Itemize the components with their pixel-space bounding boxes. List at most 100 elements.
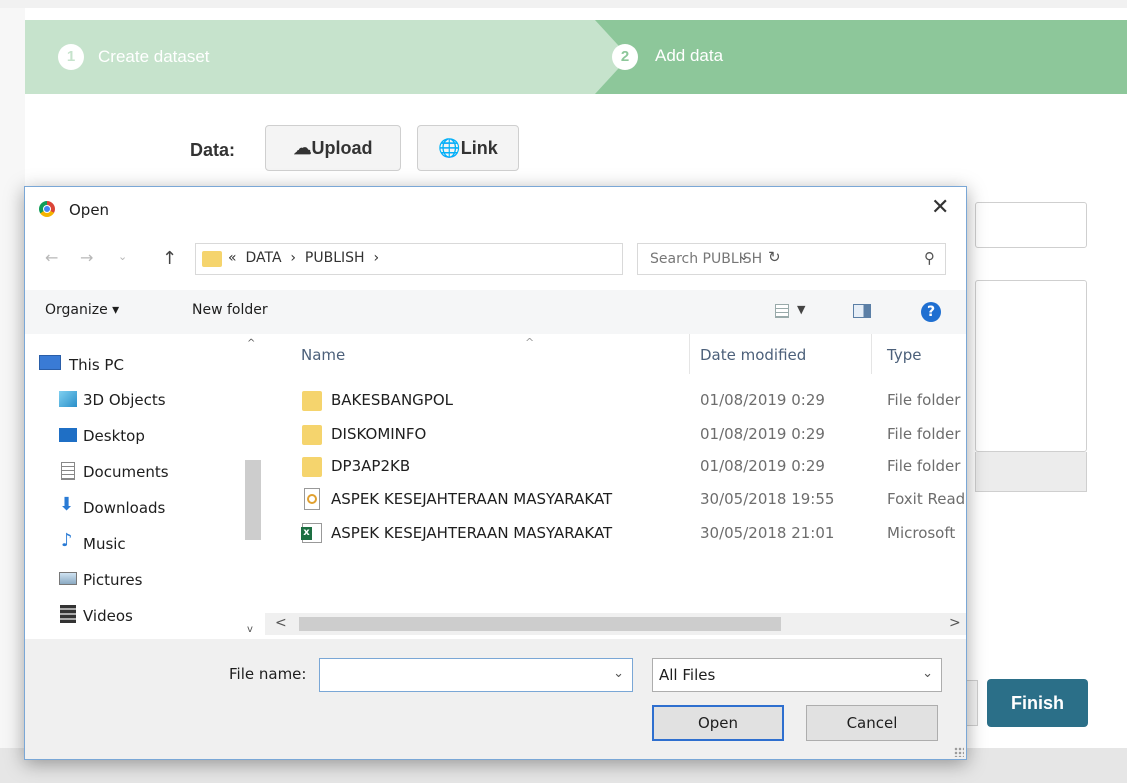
nav-item-3d-objects[interactable]: 3D Objects [83,391,166,409]
file-type-value: All Files [659,666,716,684]
videos-icon [60,605,76,623]
pictures-icon [59,572,77,585]
nav-item-downloads[interactable]: Downloads [83,499,165,517]
file-name: ASPEK KESEJAHTERAAN MASYARAKAT [331,524,613,542]
open-file-dialog: Open ✕ ← → ⌄ ↑ « DATA › PUBLISH › ⌄ ↻ Se… [24,186,967,760]
organize-menu[interactable]: Organize ▾ [45,302,119,318]
cloud-upload-icon: ☁ [293,138,312,158]
close-icon[interactable]: ✕ [931,195,949,220]
step-number: 2 [612,44,638,70]
file-type: Microsoft [887,524,956,542]
file-row[interactable]: ASPEK KESEJAHTERAAN MASYARAKAT 30/05/201… [265,517,966,551]
title-input[interactable] [975,202,1087,248]
chevron-down-icon[interactable]: v [247,624,253,635]
nav-item-this-pc[interactable]: This PC [69,356,124,374]
column-divider[interactable] [871,334,872,374]
column-divider[interactable] [689,334,690,374]
sort-up-icon: ^ [525,336,535,349]
nav-scrollbar[interactable]: ^ v [243,334,263,639]
folder-icon [302,391,322,411]
chrome-icon [39,201,55,217]
view-options-icon[interactable] [775,304,789,318]
finish-button[interactable]: Finish [987,679,1088,727]
chevron-left-icon[interactable]: < [275,615,287,631]
new-folder-button[interactable]: New folder [192,302,268,318]
search-input[interactable]: Search PUBLISH [650,251,762,267]
cancel-button[interactable]: Cancel [806,705,938,741]
breadcrumb[interactable]: « DATA › PUBLISH › [228,250,379,266]
horizontal-scrollbar[interactable]: < > [265,613,966,635]
address-bar[interactable]: « DATA › PUBLISH › ⌄ ↻ [195,243,781,275]
column-name[interactable]: Name [301,346,345,364]
file-date: 01/08/2019 0:29 [700,391,825,409]
back-arrow-icon[interactable]: ← [45,248,58,267]
file-row[interactable]: ASPEK KESEJAHTERAAN MASYARAKAT 30/05/201… [265,483,966,517]
file-name: ASPEK KESEJAHTERAAN MASYARAKAT [331,490,613,508]
nav-item-music[interactable]: Music [83,535,126,553]
nav-item-desktop[interactable]: Desktop [83,427,145,445]
textarea-footer [975,452,1087,492]
up-arrow-icon[interactable]: ↑ [162,248,177,269]
folder-icon [202,251,222,267]
navigation-pane: This PC 3D Objects Desktop Documents ⬇ D… [25,334,265,639]
column-date-modified[interactable]: Date modified [700,346,806,364]
chevron-down-icon[interactable]: ⌄ [613,666,624,681]
file-type-select[interactable]: All Files ⌄ [652,658,942,692]
file-date: 30/05/2018 19:55 [700,490,835,508]
description-textarea[interactable] [975,280,1087,452]
file-type: File folder [887,391,961,409]
file-name-input[interactable]: ⌄ [319,658,633,692]
chevron-down-icon[interactable]: ⌄ [922,666,933,681]
step-label: Create dataset [98,47,210,66]
documents-icon [61,462,75,480]
upload-button[interactable]: ☁Upload [265,125,401,171]
scrollbar-thumb[interactable] [299,617,781,631]
pdf-icon [304,488,320,510]
file-date: 01/08/2019 0:29 [700,457,825,475]
folder-icon [302,425,322,445]
file-type: File folder [887,425,961,443]
file-name: DISKOMINFO [331,425,427,443]
nav-item-videos[interactable]: Videos [83,607,133,625]
cube-icon [59,391,77,407]
file-date: 30/05/2018 21:01 [700,524,835,542]
open-button[interactable]: Open [652,705,784,741]
globe-icon: 🌐 [438,138,461,158]
web-page: 1 Create dataset 2 Add data Data: ☁Uploa… [0,0,1127,783]
search-box[interactable]: Search PUBLISH ⚲ [637,243,946,275]
help-icon[interactable]: ? [921,302,941,322]
excel-icon [301,523,322,543]
pc-icon [39,355,61,370]
file-name: DP3AP2KB [331,457,411,475]
chevron-down-icon[interactable]: ▼ [797,303,805,316]
resize-grip-icon[interactable] [954,747,964,757]
chevron-right-icon[interactable]: > [949,615,961,631]
step-create-dataset[interactable]: 1 Create dataset [25,20,595,94]
wizard-steps: 1 Create dataset 2 Add data [25,20,1127,94]
file-name: BAKESBANGPOL [331,391,453,409]
search-icon[interactable]: ⚲ [924,249,935,267]
nav-item-pictures[interactable]: Pictures [83,571,142,589]
file-type: Foxit Read [887,490,965,508]
dialog-toolbar: Organize ▾ New folder ▼ ? [25,290,966,334]
file-name-label: File name: [229,665,307,683]
dialog-footer: File name: ⌄ All Files ⌄ Open Cancel [25,639,966,759]
nav-item-documents[interactable]: Documents [83,463,169,481]
scrollbar-thumb[interactable] [245,460,261,540]
preview-pane-icon[interactable] [853,304,871,318]
file-row[interactable]: DP3AP2KB 01/08/2019 0:29 File folder [265,450,966,484]
file-row[interactable]: DISKOMINFO 01/08/2019 0:29 File folder [265,418,966,452]
link-button[interactable]: 🌐Link [417,125,519,171]
dialog-title: Open [69,201,110,219]
recent-locations-icon[interactable]: ⌄ [118,250,127,263]
data-label: Data: [190,140,236,160]
column-type[interactable]: Type [887,346,921,364]
downloads-icon: ⬇ [59,494,75,515]
link-label: Link [460,138,498,158]
forward-arrow-icon[interactable]: → [80,248,93,267]
folder-icon [302,457,322,477]
desktop-icon [59,428,77,442]
chevron-up-icon[interactable]: ^ [247,338,255,349]
file-type: File folder [887,457,961,475]
file-row[interactable]: BAKESBANGPOL 01/08/2019 0:29 File folder [265,384,966,418]
